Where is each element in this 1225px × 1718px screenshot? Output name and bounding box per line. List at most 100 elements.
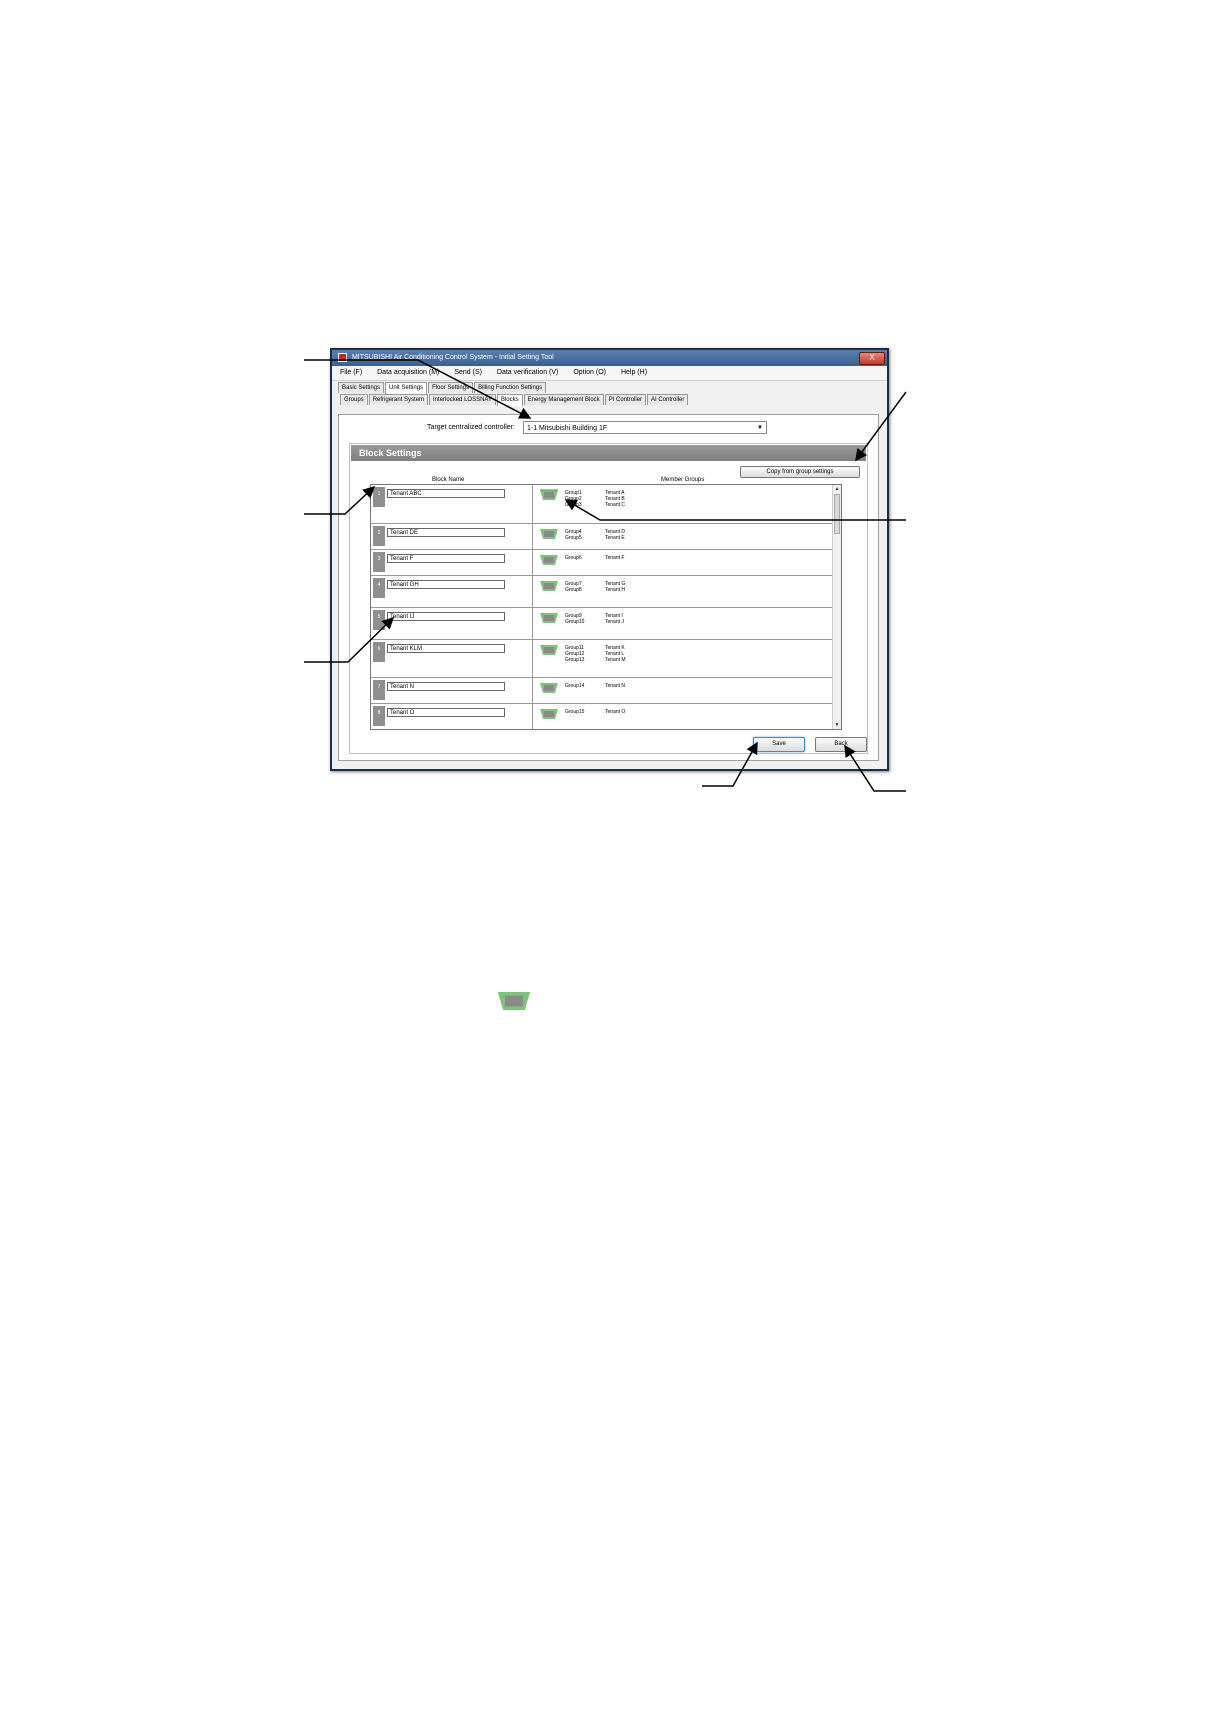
tab-ai-controller[interactable]: AI Controller: [647, 394, 689, 405]
block-settings-frame: Block Settings Copy from group settings …: [349, 443, 868, 754]
save-button[interactable]: Save: [753, 737, 805, 752]
block-name-input[interactable]: Tenant F: [387, 554, 505, 563]
block-row[interactable]: 8 Tenant O Group15 Tenant O: [371, 704, 834, 729]
tenant-name: Tenant E: [605, 535, 625, 541]
menu-data-verification[interactable]: Data verification (V): [497, 369, 558, 376]
group-name: Group10: [565, 619, 585, 625]
block-row[interactable]: 6 Tenant KLM Group11 Group12 Group13 Tenan…: [371, 640, 834, 678]
menu-help[interactable]: Help (H): [621, 369, 647, 376]
menu-bar: File (F) Data acquisition (M) Send (S) D…: [332, 366, 887, 381]
block-name-input[interactable]: Tenant IJ: [387, 612, 505, 621]
title-bar: MITSUBISHI Air Conditioning Control Syst…: [332, 350, 887, 366]
column-divider: [532, 550, 533, 575]
tab-blocks[interactable]: Blocks: [496, 394, 523, 406]
target-controller-label: Target centralized controller:: [427, 424, 515, 431]
callout-lines: [304, 359, 907, 792]
block-number: 3: [373, 552, 385, 572]
menu-file[interactable]: File (F): [340, 369, 362, 376]
column-divider: [532, 678, 533, 703]
tenant-name: Tenant M: [605, 657, 626, 663]
group-name: Group13: [565, 657, 585, 663]
menu-send[interactable]: Send (S): [454, 369, 482, 376]
indoor-unit-icon[interactable]: [539, 579, 559, 593]
member-group-names: Group6: [565, 555, 582, 561]
group-name: Group14: [565, 683, 585, 689]
block-name-input[interactable]: Tenant GH: [387, 580, 505, 589]
member-tenant-names: Tenant F: [605, 555, 624, 561]
group-name: Group15: [565, 709, 585, 715]
column-divider: [532, 576, 533, 607]
scroll-down-icon[interactable]: ▼: [833, 721, 841, 729]
tab-energy-management-block[interactable]: Energy Management Block: [523, 394, 604, 405]
tenant-name: Tenant N: [605, 683, 626, 689]
window-title: MITSUBISHI Air Conditioning Control Syst…: [351, 354, 554, 361]
block-row[interactable]: 5 Tenant IJ Group9 Group10 Tenant I Tenant…: [371, 608, 834, 640]
block-number: 1: [373, 487, 385, 507]
block-row[interactable]: 2 Tenant DE Group4 Group5 Tenant D Tenant …: [371, 524, 834, 550]
tab-basic-settings[interactable]: Basic Settings: [338, 382, 385, 393]
block-row[interactable]: 1 Tenant ABC Group1 Group2 Group3 Tenant A…: [371, 485, 834, 524]
app-icon: [338, 352, 347, 362]
chevron-down-icon: ▼: [757, 425, 763, 431]
block-name-input[interactable]: Tenant O: [387, 708, 505, 717]
block-row[interactable]: 3 Tenant F Group6 Tenant F: [371, 550, 834, 576]
member-tenant-names: Tenant A Tenant B Tenant C: [605, 490, 625, 508]
block-row[interactable]: 7 Tenant N Group14 Tenant N: [371, 678, 834, 704]
block-number: 8: [373, 706, 385, 726]
indoor-unit-icon[interactable]: [539, 681, 559, 695]
indoor-unit-icon[interactable]: [539, 553, 559, 567]
tab-pi-controller[interactable]: PI Controller: [604, 394, 647, 405]
tenant-name: Tenant H: [605, 587, 626, 593]
tenant-name: Tenant J: [605, 619, 624, 625]
tab-refrigerant-system[interactable]: Refrigerant System: [368, 394, 429, 405]
indoor-unit-icon[interactable]: [539, 707, 559, 721]
block-number: 5: [373, 610, 385, 630]
block-name-input[interactable]: Tenant N: [387, 682, 505, 691]
member-tenant-names: Tenant O: [605, 709, 625, 715]
back-button[interactable]: Back: [815, 737, 867, 752]
member-group-names: Group15: [565, 709, 584, 715]
close-button[interactable]: X: [859, 352, 885, 365]
member-tenant-names: Tenant N: [605, 683, 625, 689]
tab-interlocked-lossnay[interactable]: Interlocked LOSSNAY: [429, 394, 496, 405]
member-group-names: Group1 Group2 Group3: [565, 490, 582, 508]
blocks-panel: Target centralized controller: 1-1 Mitsu…: [338, 414, 879, 761]
tab-billing-function-settings[interactable]: Billing Function Settings: [474, 382, 547, 393]
scrollbar-thumb[interactable]: [834, 494, 840, 534]
column-header-block-name: Block Name: [432, 477, 465, 483]
member-tenant-names: Tenant D Tenant E: [605, 529, 625, 541]
tab-floor-settings[interactable]: Floor Settings: [428, 382, 474, 393]
member-group-names: Group9 Group10: [565, 613, 584, 625]
tenant-name: Tenant F: [605, 555, 625, 561]
column-header-member-groups: Member Groups: [661, 477, 705, 483]
vertical-scrollbar[interactable]: ▲ ▼: [832, 485, 841, 729]
indoor-unit-icon[interactable]: [539, 527, 559, 541]
copy-from-group-settings-button[interactable]: Copy from group settings: [740, 466, 860, 478]
member-group-names: Group14: [565, 683, 584, 689]
menu-option[interactable]: Option (O): [573, 369, 606, 376]
member-group-names: Group7 Group8: [565, 581, 582, 593]
block-name-input[interactable]: Tenant ABC: [387, 489, 505, 498]
section-title: Block Settings: [351, 445, 866, 461]
block-number: 6: [373, 642, 385, 662]
app-window: MITSUBISHI Air Conditioning Control Syst…: [330, 348, 889, 771]
indoor-unit-icon[interactable]: [539, 611, 559, 625]
column-divider: [532, 524, 533, 549]
tenant-name: Tenant C: [605, 502, 626, 508]
member-group-names: Group11 Group12 Group13: [565, 645, 584, 663]
main-tabs: Basic Settings Unit Settings Floor Setting…: [332, 381, 887, 394]
group-name: Group6: [565, 555, 582, 561]
menu-data-acquisition[interactable]: Data acquisition (M): [377, 369, 439, 376]
indoor-unit-icon[interactable]: [539, 643, 559, 657]
block-name-input[interactable]: Tenant DE: [387, 528, 505, 537]
member-tenant-names: Tenant G Tenant H: [605, 581, 625, 593]
member-tenant-names: Tenant I Tenant J: [605, 613, 624, 625]
tenant-name: Tenant O: [605, 709, 626, 715]
target-controller-select[interactable]: 1-1 Mitsubishi Building 1F ▼: [523, 421, 767, 434]
block-row[interactable]: 4 Tenant GH Group7 Group8 Tenant G Tenant …: [371, 576, 834, 608]
block-name-input[interactable]: Tenant KLM: [387, 644, 505, 653]
indoor-unit-icon[interactable]: [539, 488, 559, 502]
scroll-up-icon[interactable]: ▲: [833, 485, 841, 493]
column-divider: [532, 485, 533, 523]
tab-groups[interactable]: Groups: [340, 394, 368, 405]
